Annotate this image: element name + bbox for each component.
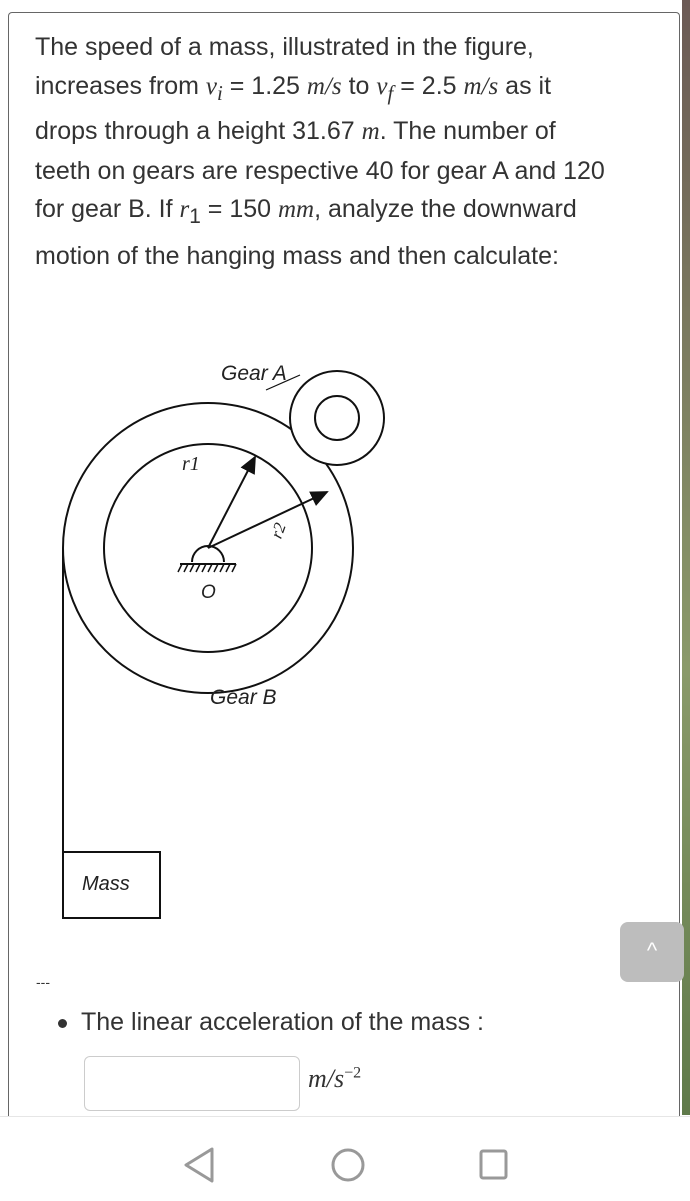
home-circle-icon[interactable] — [328, 1145, 368, 1185]
gear-b-label: Gear B — [210, 686, 277, 709]
chevron-up-icon: ^ — [646, 938, 658, 963]
bullet-icon — [58, 1018, 67, 1028]
part-label: The linear acceleration of the mass : — [58, 1008, 484, 1037]
answer-unit: m/s−2 — [308, 1064, 362, 1093]
pivot-support — [191, 545, 225, 563]
recents-square-icon[interactable] — [476, 1145, 512, 1185]
system-nav-bar — [0, 1116, 690, 1201]
r1-arrow — [207, 455, 256, 549]
gear-a-label: Gear A — [221, 362, 287, 385]
gear-a-outer — [289, 370, 385, 466]
origin-label: O — [201, 582, 216, 603]
question-text: The speed of a mass, illustrated in the … — [35, 33, 605, 270]
acceleration-answer-input[interactable] — [84, 1056, 300, 1111]
scroll-up-button[interactable]: ^ — [620, 922, 684, 982]
mass-label: Mass — [82, 873, 130, 895]
gear-diagram: Gear A Gear B r1 r2 O Mass — [62, 362, 385, 919]
separator: --- — [36, 974, 50, 990]
r2-label: r2 — [267, 520, 290, 541]
back-triangle-icon[interactable] — [180, 1145, 216, 1185]
r1-label: r1 — [182, 453, 200, 475]
